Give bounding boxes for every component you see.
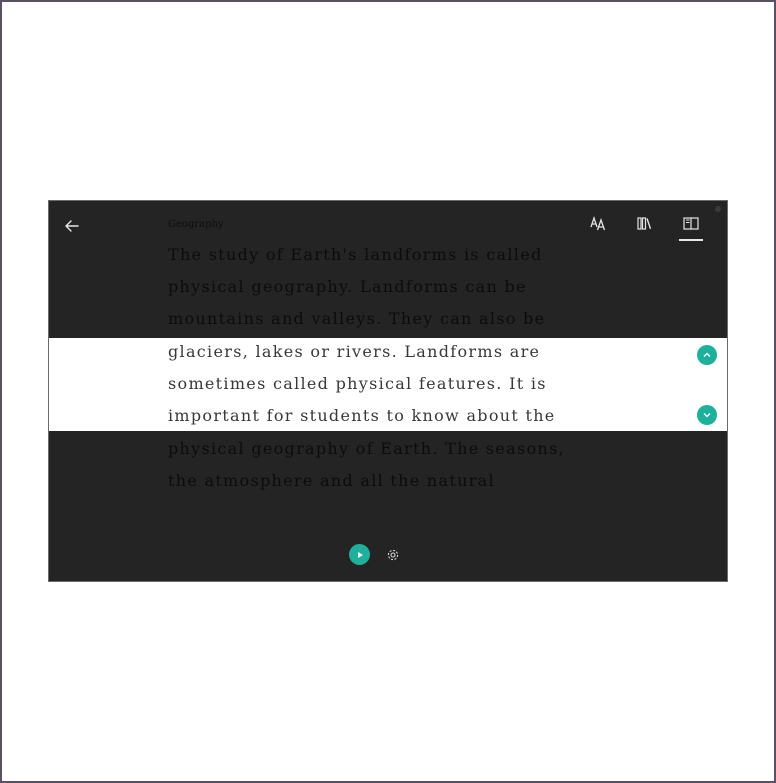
- text-line: physical geography. Landforms can be: [168, 277, 527, 296]
- library-button[interactable]: [633, 215, 657, 241]
- close-icon[interactable]: [715, 206, 721, 212]
- library-icon: [637, 217, 652, 230]
- chevron-up-icon: [703, 352, 711, 357]
- text-line: important for students to know about the: [168, 406, 556, 425]
- play-button[interactable]: [349, 544, 370, 565]
- text-options-button[interactable]: [587, 215, 611, 241]
- back-arrow-icon: [65, 220, 79, 232]
- text-line: sometimes called physical features. It i…: [168, 374, 547, 393]
- text-line: the atmosphere and all the natural: [168, 471, 495, 490]
- gear-icon: [387, 549, 399, 560]
- back-button[interactable]: [61, 215, 83, 237]
- subject-label: Geography: [168, 219, 224, 230]
- text-line: glaciers, lakes or rivers. Landforms are: [168, 342, 541, 361]
- next-line-button[interactable]: [697, 405, 717, 425]
- chevron-down-icon: [703, 413, 711, 418]
- playback-controls: [349, 544, 401, 565]
- text-options-icon: [590, 215, 606, 231]
- immersive-reader: Geography The study of Earth's landforms…: [48, 200, 728, 582]
- text-line: mountains and valleys. They can also be: [168, 309, 546, 328]
- play-icon: [357, 551, 363, 558]
- text-line: The study of Earth's landforms is called: [168, 245, 543, 264]
- previous-line-button[interactable]: [697, 345, 717, 365]
- reader-toolbar: [587, 215, 703, 241]
- reading-preferences-icon: [683, 217, 699, 230]
- voice-settings-button[interactable]: [385, 547, 401, 563]
- reading-preferences-button[interactable]: [679, 215, 703, 241]
- text-line: physical geography of Earth. The seasons…: [168, 439, 565, 458]
